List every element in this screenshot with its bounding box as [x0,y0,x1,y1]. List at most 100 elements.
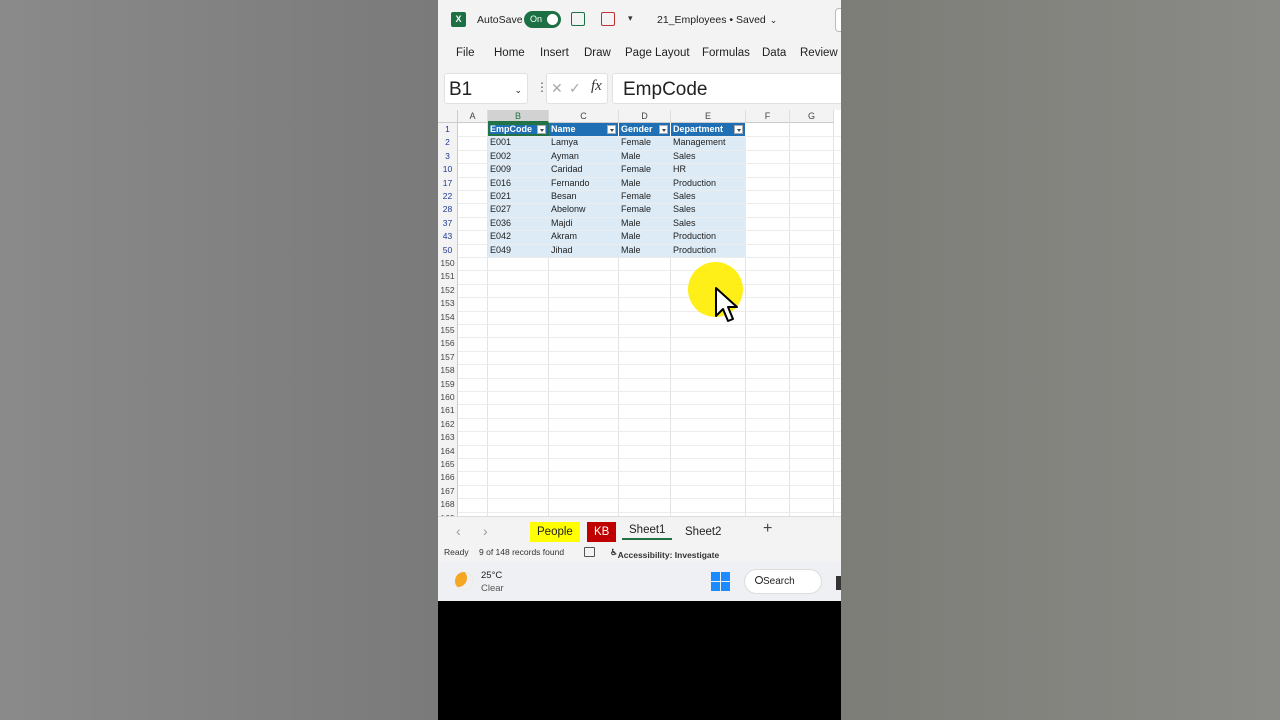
table-cell[interactable]: E016 [488,177,549,190]
table-cell[interactable]: Male [619,244,671,257]
row-header[interactable]: 156 [438,337,458,351]
table-cell[interactable]: E002 [488,150,549,163]
table-cell[interactable]: Female [619,203,671,216]
filter-dropdown-icon[interactable] [659,125,668,134]
macro-recorder-icon[interactable] [584,547,595,557]
tab-review[interactable]: Review [800,47,838,59]
row-header[interactable]: 28 [438,203,458,217]
row-header[interactable]: 50 [438,243,458,257]
accessibility-status[interactable]: ♿︎ Accessibility: Investigate [610,547,719,560]
tab-file[interactable]: File [456,47,475,59]
select-all-corner[interactable] [438,110,458,123]
save-icon[interactable] [571,12,585,26]
column-header-g[interactable]: G [790,110,834,123]
row-header[interactable]: 22 [438,190,458,204]
file-name[interactable]: 21_Employees • Saved ⌄ [657,14,777,26]
table-header-cell[interactable]: Gender [619,123,671,136]
add-sheet-icon[interactable]: + [763,520,772,538]
row-header[interactable]: 10 [438,163,458,177]
row-header[interactable]: 152 [438,283,458,298]
row-header[interactable]: 2 [438,136,458,150]
table-cell[interactable]: Fernando [549,177,619,190]
row-header[interactable]: 162 [438,417,458,432]
table-cell[interactable]: Besan [549,190,619,203]
tab-page-layout[interactable]: Page Layout [625,47,690,59]
table-cell[interactable]: Abelonw [549,203,619,216]
table-cell[interactable]: E009 [488,163,549,176]
column-header-b[interactable]: B [488,110,549,123]
enter-icon[interactable]: ✓ [569,80,581,97]
table-cell[interactable]: Jihad [549,244,619,257]
table-cell[interactable]: Male [619,230,671,243]
table-cell[interactable]: Sales [671,217,746,230]
formula-input[interactable]: EmpCode [612,73,841,104]
row-header[interactable]: 151 [438,270,458,284]
filter-dropdown-icon[interactable] [734,125,743,134]
table-cell[interactable]: Management [671,136,746,149]
windows-start-icon[interactable] [711,572,730,591]
table-cell[interactable]: Production [671,244,746,257]
table-cell[interactable]: Female [619,136,671,149]
sheet-tab-sheet1[interactable]: Sheet1 [622,520,673,540]
insert-function-icon[interactable]: fx [591,78,602,95]
table-header-cell[interactable]: Department [671,123,746,136]
row-header[interactable]: 166 [438,471,458,485]
row-header[interactable]: 163 [438,431,458,445]
sheet-tab-sheet2[interactable]: Sheet2 [678,522,728,542]
table-cell[interactable]: E021 [488,190,549,203]
row-header[interactable]: 150 [438,257,458,271]
sheet-tab-people[interactable]: People [530,522,580,542]
previous-sheet-icon[interactable]: ‹ [456,523,461,539]
row-header[interactable]: 161 [438,404,458,418]
row-header[interactable]: 159 [438,377,458,391]
column-header-a[interactable]: A [458,110,488,123]
table-cell[interactable]: Male [619,150,671,163]
row-header[interactable]: 157 [438,350,458,365]
tab-home[interactable]: Home [494,47,525,59]
tab-draw[interactable]: Draw [584,47,611,59]
table-cell[interactable]: Ayman [549,150,619,163]
sheet-tab-kb[interactable]: KB [587,522,617,542]
filter-dropdown-icon[interactable] [607,125,616,134]
table-cell[interactable]: Sales [671,150,746,163]
row-header[interactable]: 17 [438,176,458,190]
row-header[interactable]: 168 [438,498,458,512]
column-header-f[interactable]: F [746,110,790,123]
taskbar-search-button[interactable]: Search [744,569,822,594]
table-cell[interactable]: E036 [488,217,549,230]
row-header[interactable]: 158 [438,364,458,378]
name-box[interactable]: B1 ⌄ [444,73,528,104]
row-header[interactable]: 37 [438,216,458,231]
row-header[interactable]: 154 [438,310,458,324]
search-box-edge[interactable] [835,8,841,32]
next-sheet-icon[interactable]: › [483,523,488,539]
row-header[interactable]: 155 [438,324,458,338]
quick-access-dropdown-icon[interactable]: ▾ [628,13,633,24]
spreadsheet-grid[interactable]: A B C D E F G 1 2 3 10 17 22 28 37 43 50 150 151 152 153 154 1… [438,110,841,516]
table-cell[interactable]: Female [619,163,671,176]
table-cell[interactable]: Production [671,177,746,190]
table-cell[interactable]: Sales [671,203,746,216]
tab-formulas[interactable]: Formulas [702,47,750,59]
table-cell[interactable]: Male [619,217,671,230]
table-cell[interactable]: E042 [488,230,549,243]
row-header[interactable]: 167 [438,484,458,499]
row-header[interactable]: 160 [438,391,458,405]
table-cell[interactable]: E049 [488,244,549,257]
table-cell[interactable]: Lamya [549,136,619,149]
row-header[interactable]: 43 [438,230,458,244]
taskbar-app-icon[interactable] [836,576,841,590]
column-header-c[interactable]: C [549,110,619,123]
filter-dropdown-icon[interactable] [537,125,546,134]
table-cell[interactable]: E001 [488,136,549,149]
weather-temperature[interactable]: 25°C [481,570,502,581]
weather-condition[interactable]: Clear [481,583,504,594]
column-header-d[interactable]: D [619,110,671,123]
print-preview-icon[interactable] [601,12,615,26]
autosave-toggle[interactable]: On [524,11,561,28]
table-cell[interactable]: E027 [488,203,549,216]
table-cell[interactable]: Production [671,230,746,243]
table-header-cell[interactable]: EmpCode [488,123,549,136]
tab-data[interactable]: Data [762,47,786,59]
row-header[interactable]: 165 [438,458,458,472]
